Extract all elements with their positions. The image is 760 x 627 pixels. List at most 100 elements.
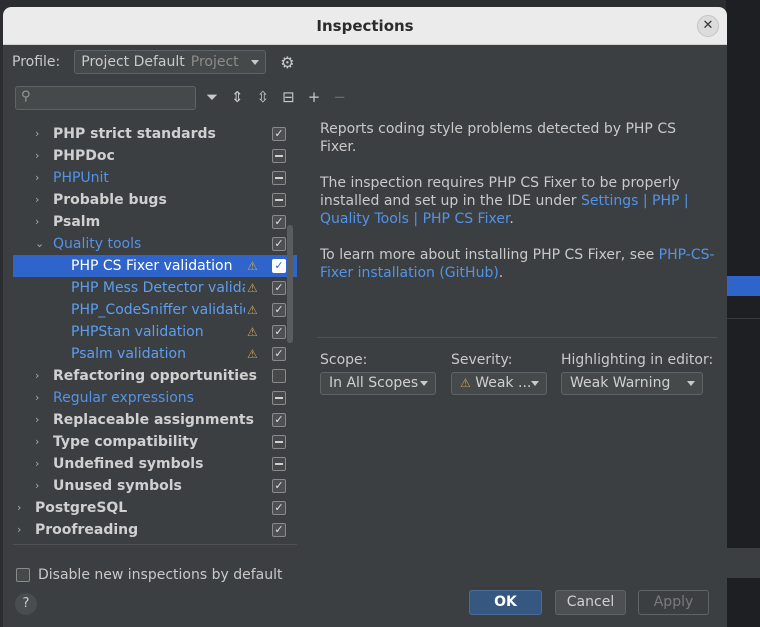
inspection-checkbox[interactable] <box>272 193 286 207</box>
tree-row[interactable]: PHPStan validation ⚠ ✓ <box>13 321 297 343</box>
tree-row[interactable]: › PostgreSQL ✓ <box>13 497 297 519</box>
tree-toolbar: ⏷ ⇕ ⇳ ⊟ + − <box>206 88 359 106</box>
inspection-checkbox[interactable]: ✓ <box>272 237 286 251</box>
tree-row[interactable]: › Psalm ✓ <box>13 211 297 233</box>
chevron-right-icon[interactable]: › <box>35 145 39 167</box>
tree-row-label: Type compatibility <box>53 434 199 450</box>
chevron-right-icon[interactable]: › <box>35 453 39 475</box>
warning-icon: ⚠ <box>247 325 258 339</box>
chevron-right-icon[interactable]: › <box>35 409 39 431</box>
inspection-checkbox[interactable]: ✓ <box>272 413 286 427</box>
profile-select[interactable]: Project Default Project <box>74 50 267 74</box>
scope-option: Scope: In All Scopes <box>320 352 436 395</box>
tree-row[interactable]: › PHP strict standards ✓ <box>13 123 297 145</box>
tree-row-label: PHP_CodeSniffer validation <box>71 302 245 318</box>
tree-row[interactable]: › Probable bugs <box>13 189 297 211</box>
inspection-checkbox[interactable]: ✓ <box>272 127 286 141</box>
chevron-right-icon[interactable]: › <box>35 189 39 211</box>
severity-option: Severity: ⚠ Weak ... <box>451 352 547 395</box>
description-requirement: The inspection requires PHP CS Fixer to … <box>320 174 715 228</box>
inspection-checkbox[interactable] <box>272 457 286 471</box>
reset-icon[interactable]: ⊟ <box>282 88 295 106</box>
tree-scrollbar[interactable] <box>287 225 293 343</box>
tree-row[interactable]: › Regular expressions <box>13 387 297 409</box>
tree-row[interactable]: PHP CS Fixer validation ⚠ ✓ <box>13 255 297 277</box>
tree-row-label: Psalm <box>53 214 101 230</box>
inspection-checkbox[interactable]: ✓ <box>272 325 286 339</box>
inspection-checkbox[interactable]: ✓ <box>272 501 286 515</box>
inspection-checkbox[interactable]: ✓ <box>272 281 286 295</box>
inspections-tree[interactable]: › PHP strict standards ✓ › PHPDoc › PHPUnit › Pr… <box>13 116 297 544</box>
tree-row-label: Replaceable assignments <box>53 412 254 428</box>
tree-row[interactable]: › Proofreading ✓ <box>13 519 297 541</box>
chevron-down-icon[interactable]: ⌄ <box>35 233 44 255</box>
collapse-all-icon[interactable]: ⇳ <box>257 88 270 106</box>
tree-row-label: PHPDoc <box>53 148 115 164</box>
filter-icon[interactable]: ⏷ <box>206 88 218 106</box>
tree-row[interactable]: › Replaceable assignments ✓ <box>13 409 297 431</box>
chevron-down-icon <box>420 381 428 386</box>
ok-button[interactable]: OK <box>469 590 542 615</box>
inspection-checkbox[interactable] <box>272 391 286 405</box>
highlighting-select[interactable]: Weak Warning <box>561 372 703 395</box>
help-button[interactable]: ? <box>15 593 37 615</box>
inspection-checkbox[interactable] <box>272 149 286 163</box>
inspection-checkbox[interactable]: ✓ <box>272 479 286 493</box>
cancel-button[interactable]: Cancel <box>555 590 626 615</box>
title-bar: Inspections ✕ <box>3 7 727 45</box>
profile-row: Profile: Project Default Project ⚙ <box>12 50 295 74</box>
inspection-checkbox[interactable]: ✓ <box>272 259 286 273</box>
inspection-checkbox[interactable]: ✓ <box>272 347 286 361</box>
warning-icon: ⚠ <box>247 303 258 317</box>
chevron-right-icon[interactable]: › <box>35 211 39 233</box>
description-text: . <box>498 265 504 281</box>
tree-bottom-border <box>13 544 297 545</box>
inspection-checkbox[interactable]: ✓ <box>272 523 286 537</box>
chevron-right-icon[interactable]: › <box>35 387 39 409</box>
add-icon[interactable]: + <box>308 88 321 106</box>
search-input[interactable]: ⚲ <box>15 86 196 110</box>
inspection-checkbox[interactable]: ✓ <box>272 303 286 317</box>
profile-value: Project Default <box>81 54 185 70</box>
tree-row[interactable]: › Undefined symbols <box>13 453 297 475</box>
chevron-right-icon[interactable]: › <box>17 497 21 519</box>
disable-new-checkbox[interactable] <box>16 568 30 582</box>
chevron-right-icon[interactable]: › <box>35 365 39 387</box>
warning-icon: ⚠ <box>460 376 471 390</box>
tree-row[interactable]: › PHPDoc <box>13 145 297 167</box>
gear-icon[interactable]: ⚙ <box>280 53 294 72</box>
tree-row-label: Quality tools <box>53 236 142 252</box>
tree-row[interactable]: › Unused symbols ✓ <box>13 475 297 497</box>
tree-row[interactable]: PHP_CodeSniffer validation ⚠ ✓ <box>13 299 297 321</box>
tree-row-label: PHP CS Fixer validation <box>71 258 233 274</box>
inspection-checkbox[interactable] <box>272 435 286 449</box>
chevron-right-icon[interactable]: › <box>35 475 39 497</box>
chevron-right-icon[interactable]: › <box>17 519 21 541</box>
search-icon: ⚲ <box>21 89 31 104</box>
inspection-checkbox[interactable] <box>272 171 286 185</box>
scope-select[interactable]: In All Scopes <box>320 372 436 395</box>
apply-button[interactable]: Apply <box>638 590 709 615</box>
tree-row-label: PHP strict standards <box>53 126 216 142</box>
tree-row[interactable]: Psalm validation ⚠ ✓ <box>13 343 297 365</box>
close-button[interactable]: ✕ <box>697 15 719 37</box>
chevron-right-icon[interactable]: › <box>35 431 39 453</box>
tree-row[interactable]: › Type compatibility <box>13 431 297 453</box>
tree-row[interactable]: PHP Mess Detector validation⚠ ✓ <box>13 277 297 299</box>
tree-row[interactable]: ⌄ Quality tools ✓ <box>13 233 297 255</box>
tree-row[interactable]: › Refactoring opportunities <box>13 365 297 387</box>
highlighting-label: Highlighting in editor: <box>561 352 714 368</box>
expand-all-icon[interactable]: ⇕ <box>231 88 244 106</box>
inspection-checkbox[interactable] <box>272 369 286 383</box>
remove-icon[interactable]: − <box>333 88 346 106</box>
tree-row[interactable]: › PHPUnit <box>13 167 297 189</box>
chevron-down-icon <box>687 381 695 386</box>
tree-row-label: PHPUnit <box>53 170 109 186</box>
inspection-checkbox[interactable]: ✓ <box>272 215 286 229</box>
description-text: To learn more about installing PHP CS Fi… <box>320 247 659 263</box>
severity-select[interactable]: ⚠ Weak ... <box>451 372 547 395</box>
disable-new-inspections[interactable]: Disable new inspections by default <box>16 567 282 583</box>
chevron-right-icon[interactable]: › <box>35 167 39 189</box>
chevron-right-icon[interactable]: › <box>35 123 39 145</box>
tree-row-label: Psalm validation <box>71 346 186 362</box>
